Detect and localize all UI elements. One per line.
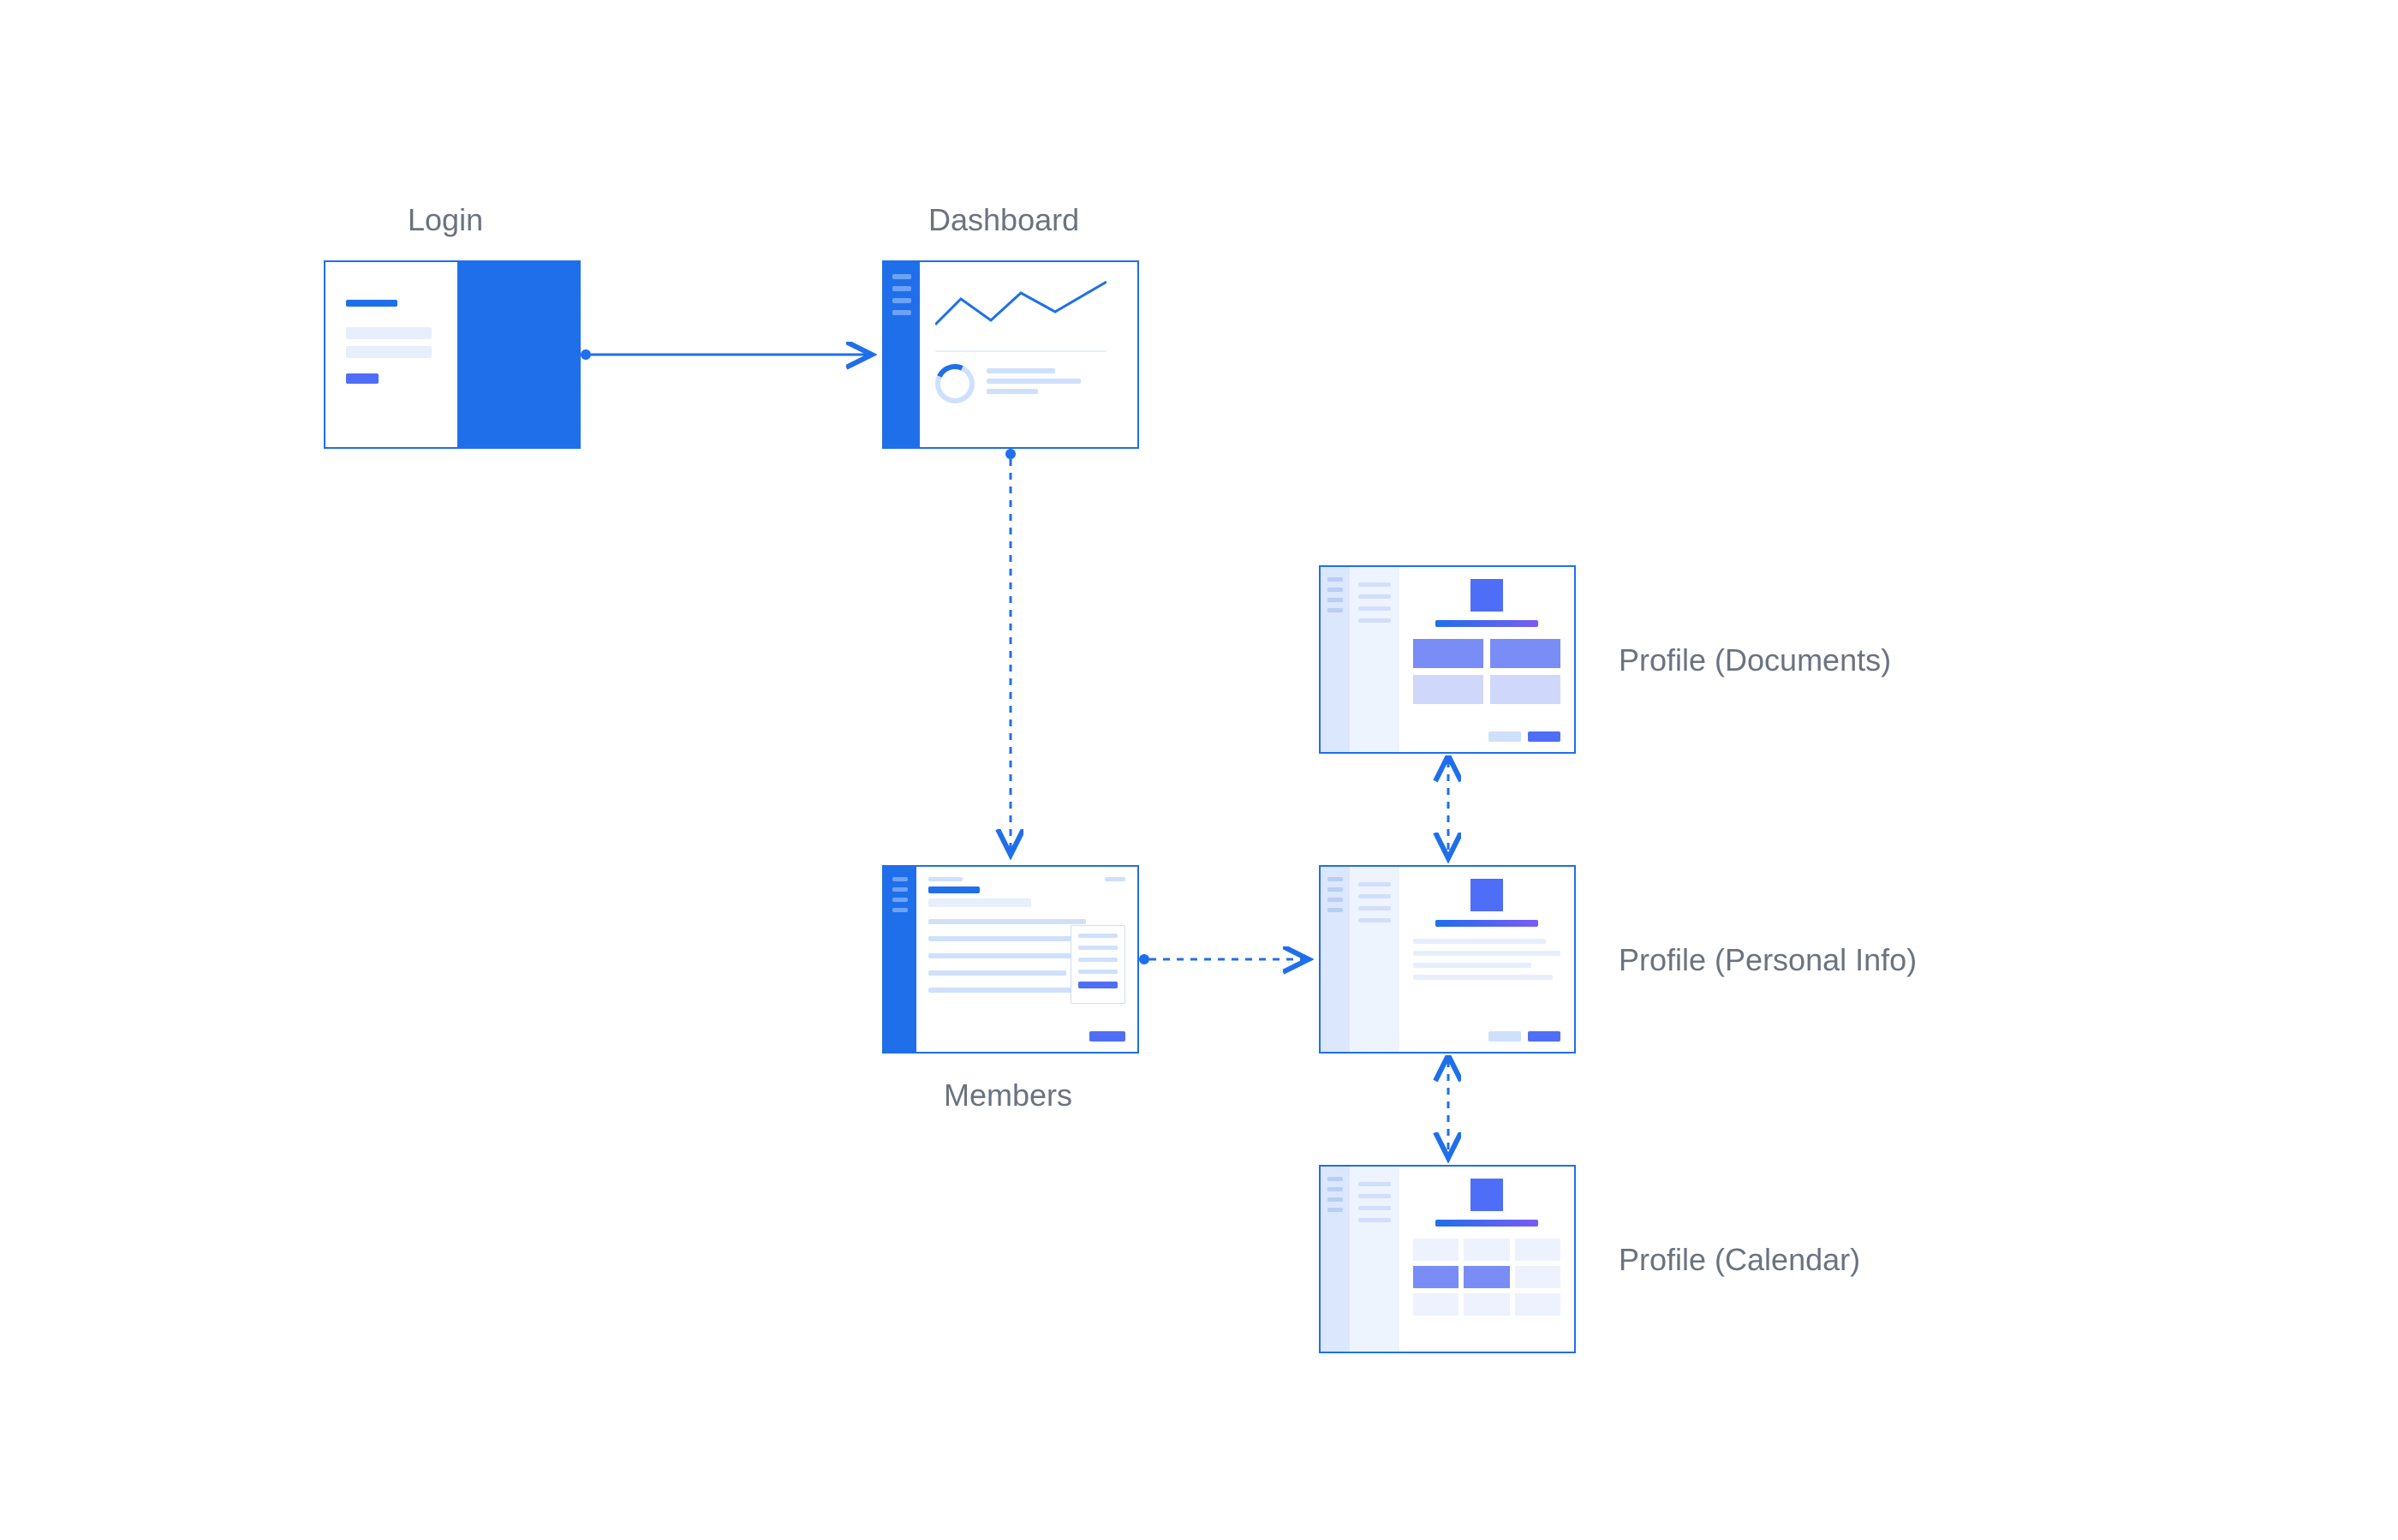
login-image-panel <box>457 262 579 447</box>
members-label: Members <box>944 1077 1072 1113</box>
profile-personal-label: Profile (Personal Info) <box>1619 942 1917 978</box>
profile-personal-screen <box>1319 865 1576 1054</box>
dashboard-label: Dashboard <box>928 202 1079 238</box>
avatar-icon <box>1470 879 1503 911</box>
login-screen <box>324 260 581 449</box>
arrow-personal-calendar-twoway <box>1435 1054 1461 1165</box>
profile-calendar-label: Profile (Calendar) <box>1619 1242 1860 1278</box>
dashboard-content <box>920 262 1137 447</box>
arrow-members-to-profile <box>1139 947 1319 973</box>
login-submit-bar <box>346 373 379 384</box>
dashboard-sidebar <box>884 262 920 447</box>
profile-documents-screen <box>1319 565 1576 754</box>
avatar-icon <box>1470 579 1503 612</box>
avatar-icon <box>1470 1179 1503 1211</box>
profile-calendar-screen <box>1319 1165 1576 1353</box>
members-content <box>916 867 1137 1052</box>
arrow-dashboard-to-members <box>998 449 1023 865</box>
login-input-bar <box>346 346 432 358</box>
login-input-bar <box>346 327 432 339</box>
login-title-bar <box>346 300 397 307</box>
members-sidebar <box>884 867 916 1052</box>
members-popover <box>1071 925 1125 1004</box>
login-form-panel <box>325 262 457 447</box>
arrow-login-to-dashboard <box>581 343 882 368</box>
donut-chart-icon <box>930 359 981 409</box>
arrow-documents-personal-twoway <box>1435 754 1461 865</box>
dashboard-screen <box>882 260 1139 449</box>
line-chart-icon <box>935 278 1107 337</box>
members-screen <box>882 865 1139 1054</box>
profile-documents-label: Profile (Documents) <box>1619 642 1891 678</box>
login-label: Login <box>408 202 483 238</box>
members-primary-button-bar <box>1089 1031 1125 1042</box>
